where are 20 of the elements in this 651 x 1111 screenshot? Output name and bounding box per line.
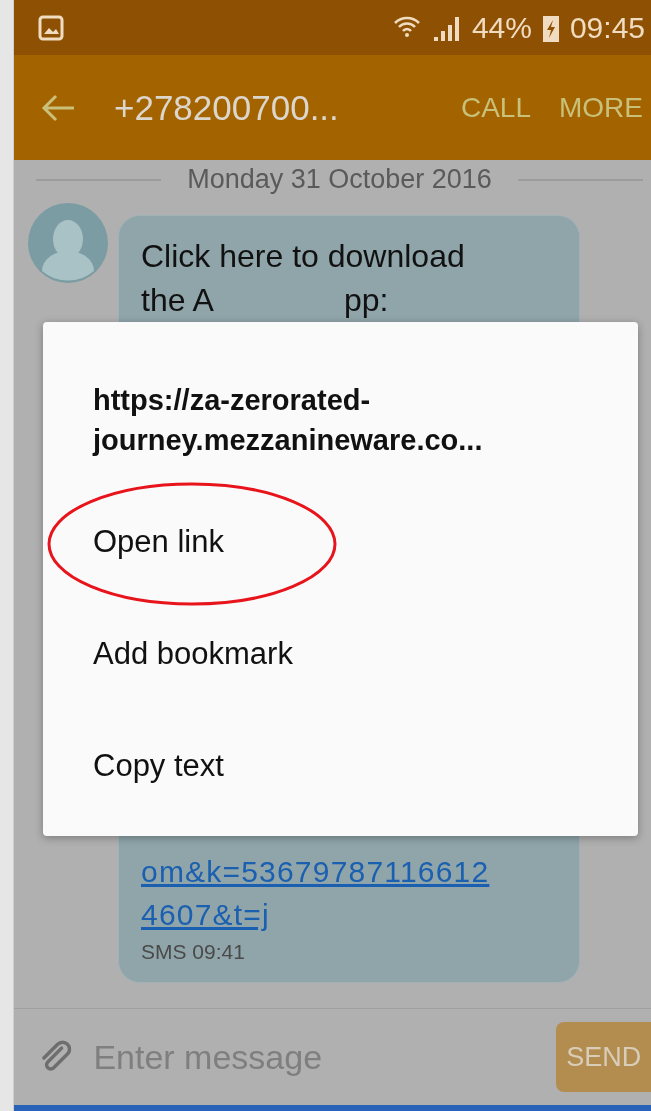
message-meta: SMS 09:41: [141, 940, 246, 964]
send-button[interactable]: SEND: [556, 1022, 651, 1092]
menu-item[interactable]: Copy text: [43, 710, 638, 822]
status-time: 09:45: [569, 10, 645, 45]
contact-title: +278200700...: [114, 87, 340, 128]
menu-title: https://za-zerorated-journey.mezzanineware.co...: [91, 383, 484, 458]
toolbar-action[interactable]: MORE: [559, 91, 643, 124]
battery-percentage: 44%: [471, 10, 532, 45]
message-link[interactable]: om&k=53679787116612: [141, 850, 559, 893]
menu-item[interactable]: Add bookmark: [43, 598, 638, 710]
date-separator: Monday 31 October 2016: [187, 164, 492, 195]
message-text: Click here to download: [141, 237, 466, 276]
message-text: pp:: [343, 281, 389, 320]
back-arrow-icon[interactable]: [40, 92, 76, 123]
avatar-icon: [28, 203, 108, 283]
message-text: the A: [141, 281, 214, 320]
message-link[interactable]: 4607&t=j: [141, 893, 559, 936]
picture-icon: [38, 14, 64, 41]
menu-item[interactable]: Open link: [43, 486, 638, 598]
toolbar-action[interactable]: CALL: [460, 91, 531, 124]
